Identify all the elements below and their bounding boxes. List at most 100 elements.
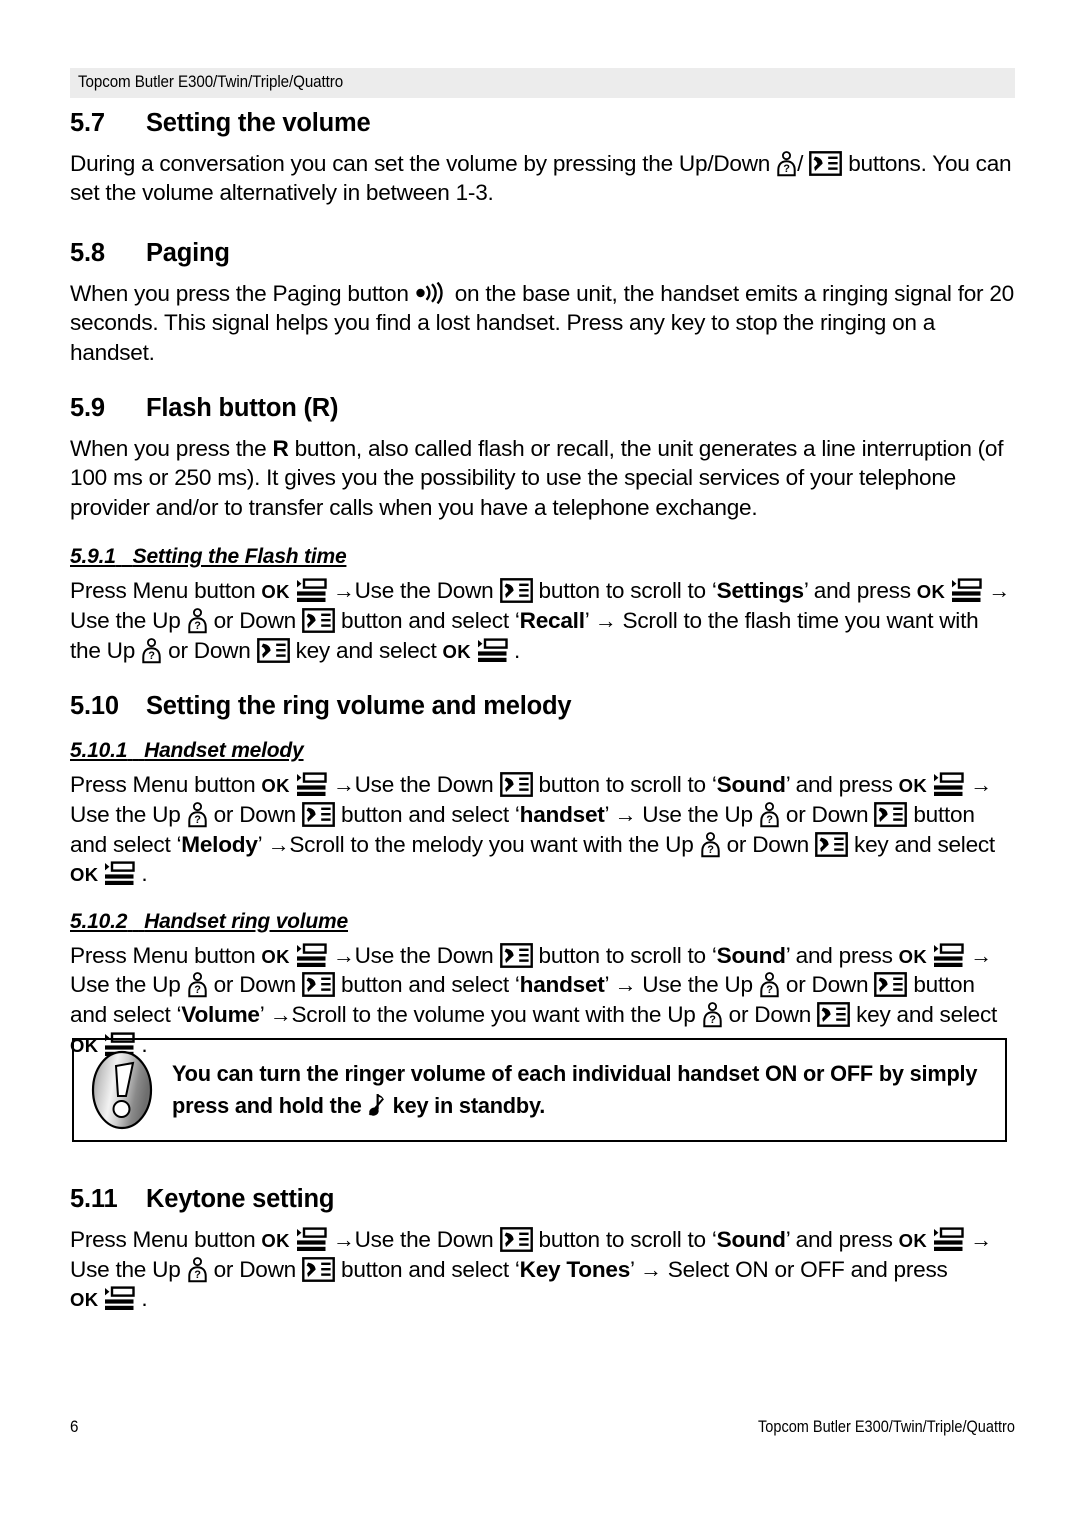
paragraph-5-8: When you press the Paging button on the … [70,280,1014,365]
up-person-key-icon: ? [187,608,208,634]
ok-label: OK [261,775,290,797]
ok-menu-button-icon: OK [899,772,964,797]
menu-list-icon [933,1227,964,1252]
section-number: 5.7 [70,109,105,137]
svg-text:?: ? [194,1269,201,1281]
notice-box: You can turn the ringer volume of each i… [72,1038,1007,1142]
subsection-heading-5-9-1: 5.9.1 Setting the Flash time [70,544,347,570]
subsection-number: 5.10.1 [70,739,128,763]
subsection-heading-5-10-1: 5.10.1 Handset melody [70,738,304,764]
subsection-title: Handset ring volume [144,909,349,933]
up-person-key-icon: ? [702,1002,723,1028]
paging-signal-icon [415,281,449,304]
section-number: 5.10 [70,692,119,720]
menu-list-icon [104,1286,136,1311]
ok-label: OK [70,864,99,886]
down-phonebook-key-icon [499,772,533,798]
down-phonebook-key-icon [256,637,290,663]
arrow-glyph: → [332,772,355,798]
section-title: Setting the volume [146,109,371,137]
down-phonebook-key-icon [874,802,908,827]
page-header-band: Topcom Butler E300/Twin/Triple/Quattro [70,68,1015,98]
svg-text:?: ? [709,1014,716,1026]
ok-label: OK [898,775,928,797]
up-person-key-icon: ? [759,802,780,828]
ok-label: OK [261,581,290,603]
section-heading-5-10: 5.10 Setting the ring volume and melody [70,691,1015,722]
down-phonebook-key-icon [499,578,533,604]
ok-label: OK [261,945,290,967]
ok-menu-button-icon: OK [261,1227,327,1252]
down-phonebook-key-icon [809,151,843,177]
emphasis-text: Melody [181,831,258,857]
menu-list-icon [477,638,508,663]
svg-text:?: ? [783,163,790,175]
menu-list-icon [933,772,964,797]
arrow-glyph: → [594,608,617,634]
menu-list-icon [296,578,327,603]
menu-list-icon [296,772,327,797]
paragraph-5-10-1: Press Menu button OK →Use the Down butto… [70,772,995,887]
footer-page-number: 6 [70,1418,79,1436]
up-person-key-icon: ? [187,1256,208,1283]
arrow-glyph: → [332,942,355,968]
svg-text:?: ? [194,814,201,826]
menu-list-icon [296,943,327,968]
ok-menu-button-icon: OK [70,1286,136,1311]
music-note-mute-icon [367,1092,386,1118]
emphasis-text: Key Tones [519,1256,631,1282]
subsection-number: 5.9.1 [70,545,116,569]
section-title: Paging [146,238,230,267]
emphasis-text: handset [519,972,605,998]
subsection-heading-5-10-2-wrap: 5.10.2 Handset ring volume [70,909,1015,935]
arrow-glyph: → [970,942,992,968]
notice-text: You can turn the ringer volume of each i… [172,1061,978,1118]
arrow-glyph: → [970,1227,992,1253]
down-phonebook-key-icon [874,972,908,998]
ok-label: OK [916,581,946,603]
page-header-text: Topcom Butler E300/Twin/Triple/Quattro [78,73,344,91]
section-heading-5-11: 5.11 Keytone setting [70,1184,1015,1215]
ok-menu-button-icon: OK [917,578,982,603]
up-person-key-icon: ? [141,637,162,664]
arrow-glyph: → [332,578,355,604]
up-person-key-icon: ? [187,972,208,998]
svg-text:?: ? [766,984,773,996]
paragraph-5-9-1: Press Menu button OK →Use the Down butto… [70,578,1010,664]
paragraph-5-9: When you press the R button, also called… [70,436,1004,520]
section-number: 5.8 [70,238,105,267]
arrow-glyph: → [332,1227,355,1253]
section-heading-5-9: 5.9 Flash button (R) [70,393,1015,424]
emphasis-text: Volume [181,1001,260,1027]
arrow-glyph: → [614,801,637,827]
ok-menu-button-icon: OK [70,861,136,886]
emphasis-text: Recall [519,608,585,634]
menu-list-icon [951,578,982,603]
up-person-key-icon: ? [776,151,797,177]
emphasis-text: Settings [716,578,804,604]
subsection-number: 5.10.2 [70,909,128,933]
up-person-key-icon: ? [759,972,780,998]
down-phonebook-key-icon [302,608,335,633]
emphasis-text: Sound [716,1227,786,1253]
arrow-glyph: → [267,831,290,857]
section-number: 5.11 [70,1185,118,1213]
ok-label: OK [442,640,471,662]
emphasis-text: handset [519,801,605,827]
up-person-key-icon: ? [700,831,721,858]
ok-menu-button-icon: OK [261,578,327,603]
ok-label: OK [898,945,928,967]
down-phonebook-key-icon [302,1256,335,1282]
paragraph-5-11: Press Menu button OK →Use the Down butto… [70,1227,992,1312]
up-person-key-icon: ? [187,802,208,828]
section-title: Setting the ring volume and melody [146,692,572,720]
ok-menu-button-icon: OK [261,943,327,968]
svg-text:?: ? [194,984,201,996]
svg-text:?: ? [766,814,773,826]
arrow-glyph: → [970,772,992,798]
ok-menu-button-icon: OK [261,772,327,797]
footer-title: Topcom Butler E300/Twin/Triple/Quattro [758,1418,1015,1436]
down-phonebook-key-icon [817,1002,850,1027]
ok-label: OK [70,1289,99,1311]
subsection-title: Setting the Flash time [132,545,347,569]
